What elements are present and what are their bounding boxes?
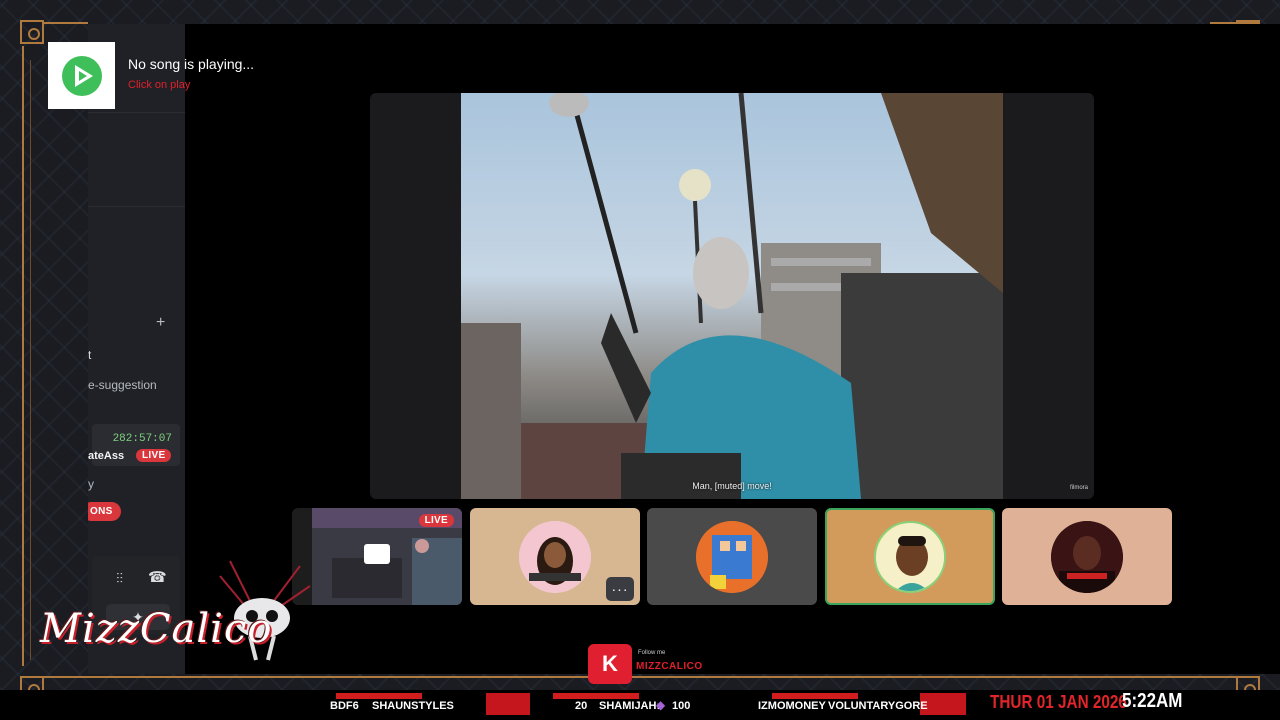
ticker-amount: 100 [672, 700, 691, 712]
kick-logo-icon: K [588, 644, 632, 684]
frame-line-bottom [44, 676, 1244, 678]
now-playing-widget: No song is playing... Click on play [48, 42, 320, 110]
ticker-username: SHAUNSTYLES [372, 700, 454, 712]
ticker-accent [336, 693, 422, 699]
frame-line-top-left [44, 22, 88, 24]
video-frame: Man, [muted] move! [461, 93, 1003, 499]
more-options-button[interactable]: ··· [606, 577, 634, 601]
avatar [874, 520, 946, 593]
main-stream-video[interactable]: Man, [muted] move! filmora [370, 93, 1094, 499]
time-display: 5:22AM [1122, 690, 1183, 712]
sidebar-item-label[interactable]: y [88, 477, 94, 491]
sidebar-item-label[interactable]: t [88, 348, 91, 362]
ticker-username: IZMOMONEY [758, 700, 826, 712]
follow-channel-name: MIZZCALICO [636, 661, 703, 672]
ticker-block [486, 693, 530, 715]
voice-timer: 282:57:07 [112, 433, 172, 445]
ticker-accent [553, 693, 639, 699]
live-badge: LIVE [136, 449, 172, 462]
video-watermark: filmora [1069, 485, 1088, 491]
song-title: No song is playing... [128, 56, 255, 72]
gem-icon: ◆ [656, 698, 666, 712]
avatar [696, 520, 768, 593]
sidebar-item-label[interactable]: e-suggestion [88, 378, 157, 392]
reactions-pill[interactable]: ONS [88, 502, 121, 521]
music-app-icon[interactable] [48, 42, 115, 109]
channel-sidebar: + t e-suggestion 282:57:07 ateAss LIVE y… [88, 24, 185, 674]
corner-ornament-top-left [20, 20, 44, 44]
tile-participant-calico[interactable]: ··· [470, 508, 640, 605]
tile-participant-pixel[interactable] [647, 508, 817, 605]
ticker-username: BDF6 [330, 700, 359, 712]
ticker-username: SHAMIJAH: [599, 700, 661, 712]
tile-participant-speaking[interactable] [825, 508, 995, 605]
play-link[interactable]: Click on play [128, 79, 190, 91]
streamer-name[interactable]: ateAss [88, 450, 124, 462]
add-channel-icon[interactable]: + [156, 314, 165, 332]
sidebar-divider [88, 112, 185, 113]
video-caption: Man, [muted] move! [692, 481, 772, 491]
avatar [519, 520, 591, 593]
tile-live-badge: LIVE [418, 514, 454, 527]
stream-overlay-stage: + t e-suggestion 282:57:07 ateAss LIVE y… [0, 0, 1280, 720]
avatar [1051, 520, 1123, 593]
follow-label: Follow me [638, 650, 666, 656]
brand-logo: MizzCalico [40, 606, 273, 652]
screen-share-icon [364, 544, 390, 564]
ticker-accent [772, 693, 858, 699]
date-display: THUR 01 JAN 2026 [990, 692, 1127, 712]
soundboard-icon[interactable]: ⫶⫶ [116, 570, 123, 587]
frame-line-left-inner [30, 60, 31, 660]
ticker-amount: 20 [575, 700, 588, 712]
disconnect-icon[interactable]: ☎ [148, 568, 167, 586]
ticker-username: VOLUNTARYGORE [828, 700, 928, 712]
frame-line-left [22, 46, 24, 666]
tile-participant-rexx[interactable] [1002, 508, 1172, 605]
sidebar-divider [88, 206, 185, 207]
